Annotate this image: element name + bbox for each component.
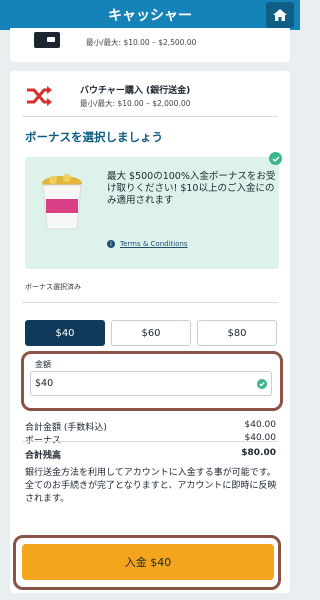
summary-bonus-value: $40.00 bbox=[244, 433, 277, 443]
summary-balance-row: 合計残高 $80.00 bbox=[25, 448, 276, 461]
bonus-description: 最大 $500の100%入金ボーナスをお受け取りください! $10以上のご入金に… bbox=[107, 171, 276, 206]
summary-total-label: 合計金額 (手数料込) bbox=[25, 423, 107, 433]
home-icon bbox=[273, 9, 287, 21]
summary-balance-label: 合計残高 bbox=[25, 451, 62, 461]
divider bbox=[22, 302, 278, 303]
top-bar: キャッシャー bbox=[0, 0, 300, 30]
bonus-option[interactable]: 最大 $500の100%入金ボーナスをお受け取りください! $10以上のご入金に… bbox=[25, 152, 282, 269]
home-button[interactable] bbox=[266, 2, 294, 28]
terms-link[interactable]: Terms & Conditions bbox=[120, 240, 188, 248]
page-title: キャッシャー bbox=[108, 8, 192, 24]
method-title: バウチャー購入 (銀行送金) bbox=[80, 86, 191, 96]
info-icon: i bbox=[107, 240, 115, 248]
bank-card-icon bbox=[34, 32, 60, 48]
shuffle-icon bbox=[27, 86, 52, 106]
summary-total-value: $40.00 bbox=[244, 420, 277, 430]
amount-option-80[interactable]: $80 bbox=[197, 320, 277, 346]
method-limits: 最小/最大: $10.00 – $2,000.00 bbox=[80, 99, 191, 108]
bonus-selected-label: ボーナス選択済み bbox=[25, 283, 81, 291]
amount-label: 金額 bbox=[35, 360, 51, 369]
method-limits: 最小/最大: $10.00 – $2,500.00 bbox=[86, 38, 197, 47]
amount-option-60[interactable]: $60 bbox=[111, 320, 191, 346]
payment-method-card-top[interactable]: 最小/最大: $10.00 – $2,500.00 bbox=[10, 28, 290, 62]
amount-value: $40 bbox=[35, 378, 54, 389]
selected-method-card: バウチャー購入 (銀行送金) 最小/最大: $10.00 – $2,000.00… bbox=[10, 71, 290, 593]
check-icon bbox=[269, 152, 282, 165]
terms-row: i Terms & Conditions bbox=[107, 240, 188, 248]
amount-input[interactable]: $40 bbox=[30, 371, 272, 396]
check-icon bbox=[257, 379, 267, 389]
amount-option-40[interactable]: $40 bbox=[25, 320, 105, 346]
summary-bonus-label: ボーナス bbox=[25, 436, 62, 446]
summary-balance-value: $80.00 bbox=[241, 448, 276, 458]
summary-total-row: 合計金額 (手数料込) $40.00 bbox=[25, 420, 276, 433]
divider bbox=[22, 441, 278, 442]
summary-bonus-row: ボーナス $40.00 bbox=[25, 433, 276, 446]
divider bbox=[22, 116, 278, 117]
bank-transfer-note: 銀行送金方法を利用してアカウントに入金する事が可能です。全てのお手続きが完了とな… bbox=[25, 468, 277, 504]
bonus-bucket-image bbox=[42, 174, 82, 230]
bonus-heading: ボーナスを選択しましょう bbox=[25, 130, 163, 144]
deposit-button[interactable]: 入金 $40 bbox=[22, 544, 274, 580]
